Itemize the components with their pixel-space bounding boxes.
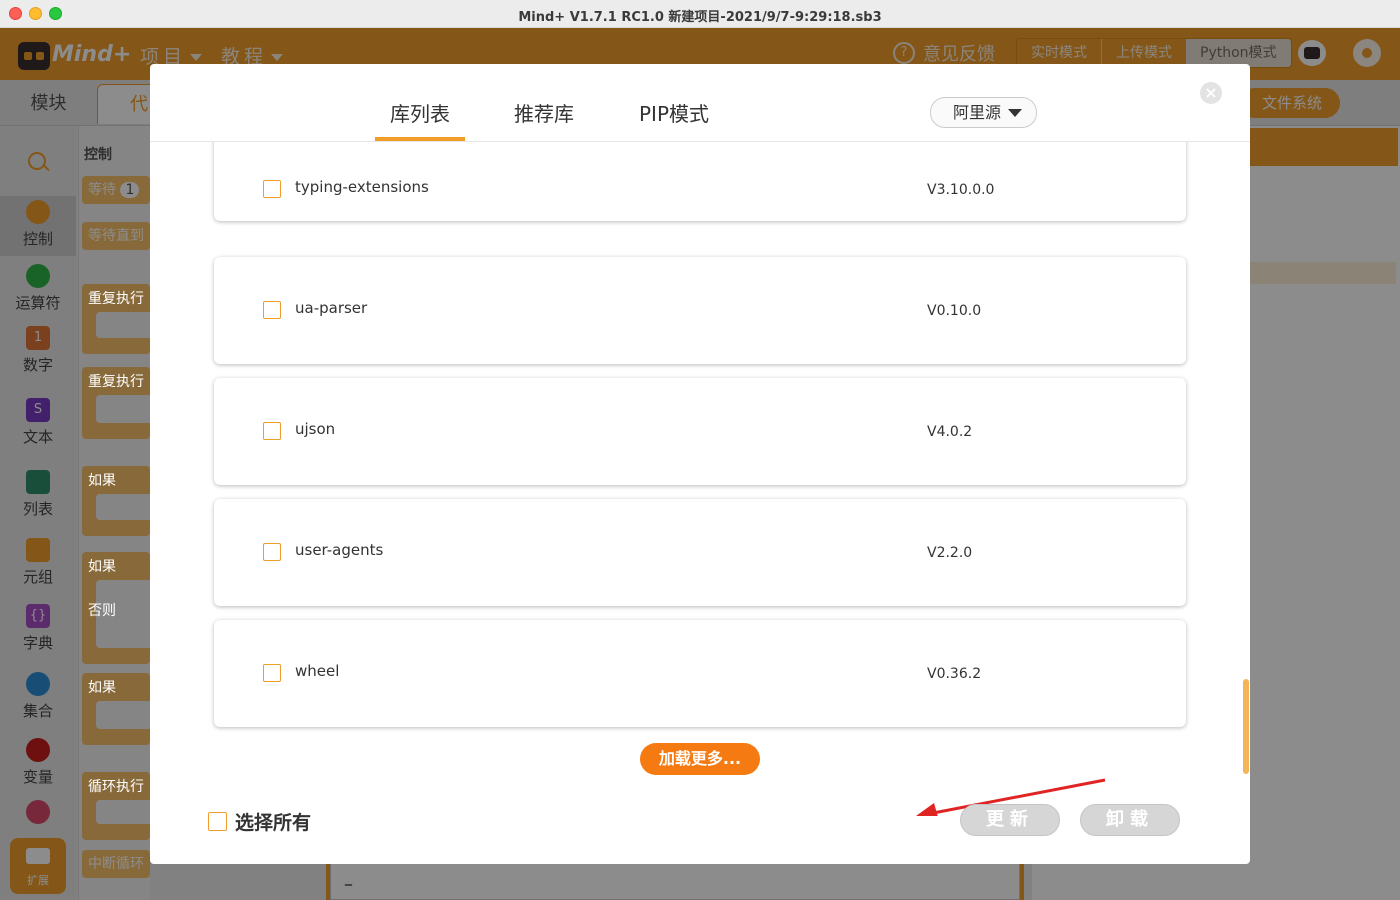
uninstall-button[interactable]: 卸载 (1080, 804, 1180, 836)
package-checkbox[interactable] (263, 301, 281, 319)
package-checkbox[interactable] (263, 543, 281, 561)
mirror-source-value: 阿里源 (953, 103, 1002, 122)
load-more-button[interactable]: 加载更多... (640, 743, 760, 775)
mirror-source-select[interactable]: 阿里源 (930, 97, 1037, 128)
window-title: Mind+ V1.7.1 RC1.0 新建项目-2021/9/7-9:29:18… (518, 10, 882, 25)
library-manager-dialog: 库列表 推荐库 PIP模式 阿里源 × typing-extensions V3… (150, 64, 1250, 864)
package-version: V4.0.2 (927, 424, 973, 440)
tab-pip-mode[interactable]: PIP模式 (639, 98, 709, 127)
list-scrollbar[interactable] (1243, 679, 1249, 774)
dialog-header: 库列表 推荐库 PIP模式 阿里源 × (150, 64, 1250, 142)
package-name: typing-extensions (295, 178, 429, 196)
package-checkbox[interactable] (263, 664, 281, 682)
list-item[interactable]: ujson V4.0.2 (214, 378, 1186, 485)
package-version: V0.36.2 (927, 666, 982, 682)
window-titlebar: Mind+ V1.7.1 RC1.0 新建项目-2021/9/7-9:29:18… (0, 0, 1400, 28)
tab-recommended[interactable]: 推荐库 (514, 98, 574, 127)
list-item[interactable]: typing-extensions V3.10.0.0 (214, 142, 1186, 221)
list-item[interactable]: user-agents V2.2.0 (214, 499, 1186, 606)
tab-library-list[interactable]: 库列表 (375, 98, 465, 141)
package-version: V0.10.0 (927, 303, 982, 319)
package-version: V2.2.0 (927, 545, 973, 561)
close-icon[interactable]: × (1200, 82, 1222, 104)
package-checkbox[interactable] (263, 180, 281, 198)
select-all-label: 选择所有 (235, 812, 312, 834)
list-item[interactable]: ua-parser V0.10.0 (214, 257, 1186, 364)
package-name: ua-parser (295, 299, 368, 317)
package-name: user-agents (295, 541, 384, 559)
package-version: V3.10.0.0 (927, 182, 995, 198)
chevron-down-icon (1008, 109, 1022, 117)
select-all-checkbox[interactable] (208, 812, 227, 831)
update-button[interactable]: 更新 (960, 804, 1060, 836)
package-name: ujson (295, 420, 336, 438)
list-item[interactable]: wheel V0.36.2 (214, 620, 1186, 727)
select-all[interactable]: 选择所有 (208, 808, 311, 835)
package-checkbox[interactable] (263, 422, 281, 440)
package-name: wheel (295, 662, 340, 680)
package-list[interactable]: typing-extensions V3.10.0.0 ua-parser V0… (150, 142, 1250, 776)
